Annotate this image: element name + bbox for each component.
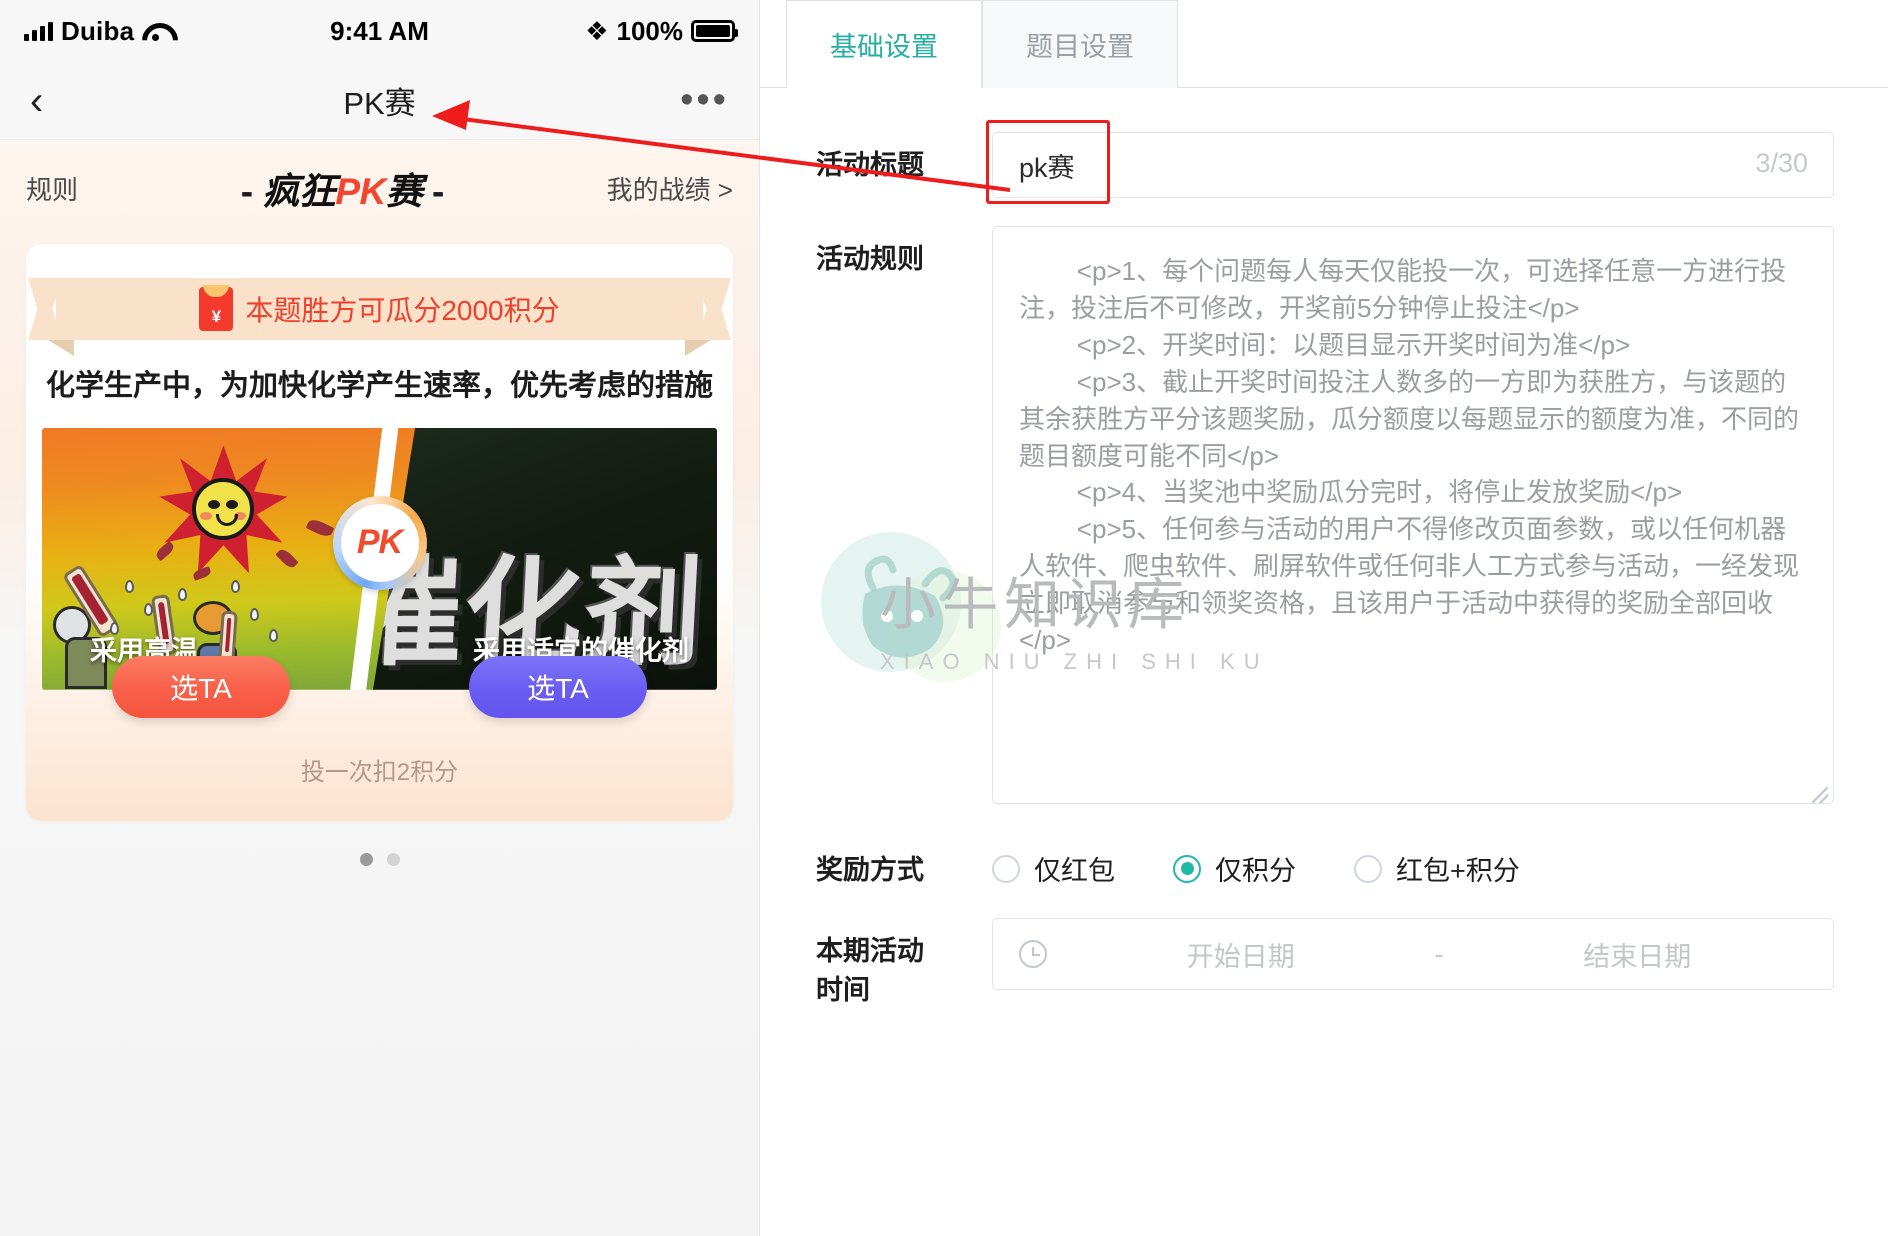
admin-settings-panel: 基础设置 题目设置 活动标题 3/30 活动规则 <p>1、每个问题每人每天仅能… [760,0,1888,1236]
date-range-separator: - [1434,938,1444,969]
activity-time-label-line2: 时间 [816,975,870,1006]
activity-rules-field-wrap: <p>1、每个问题每人每天仅能投一次，可选择任意一方进行投注，投注后不可修改，开… [992,226,1834,809]
radio-option-redpacket-plus-points[interactable]: 红包+积分 [1354,849,1520,888]
status-time: 9:41 AM [330,15,429,46]
form-row-rules: 活动规则 <p>1、每个问题每人每天仅能投一次，可选择任意一方进行投注，投注后不… [816,226,1834,809]
radio-option-points-only[interactable]: 仅积分 [1173,849,1296,888]
title-dash-right: - [432,171,444,212]
phone-page-title: PK赛 [343,86,416,121]
pk-question-card: 本题胜方可瓜分2000积分 化学生产中，为加快化学产生速率，优先考虑的措施 [26,244,733,821]
pk-activity-body: 规则 - 疯狂PK赛 - 我的战绩 > 本题胜方可瓜分2000积分 [0,140,759,1236]
status-left-group: Duiba [24,16,168,47]
radio-option-redpacket-only[interactable]: 仅红包 [992,849,1115,888]
tab-basic-settings[interactable]: 基础设置 [786,0,982,88]
carousel-indicator[interactable] [26,821,733,866]
phone-status-bar: Duiba 9:41 AM ❖ 100% [0,0,759,62]
activity-date-range-picker[interactable]: 开始日期 - 结束日期 [992,918,1834,991]
form-row-reward-type: 奖励方式 仅红包 仅积分 红包+积分 [816,837,1834,890]
bluetooth-icon: ❖ [585,15,609,46]
battery-percent-label: 100% [616,15,684,46]
radio-dot-points-only[interactable] [1173,854,1201,883]
activity-title-field-wrap: 3/30 [986,120,1834,204]
carrier-label: Duiba [61,15,135,46]
red-envelope-icon [199,287,234,331]
phone-nav-bar: ‹ PK赛 ••• [0,62,759,140]
carousel-dot-1[interactable] [359,852,373,866]
settings-tabs: 基础设置 题目设置 [760,0,1888,88]
battery-icon [691,20,738,42]
reward-type-radio-group: 仅红包 仅积分 红包+积分 [992,837,1834,888]
pk-activity-title: - 疯狂PK赛 - [240,161,445,215]
reward-ribbon: 本题胜方可瓜分2000积分 [56,278,703,340]
activity-time-label-line1: 本期活动 [816,936,924,967]
screen-root: Duiba 9:41 AM ❖ 100% ‹ PK赛 ••• 规则 - 疯狂PK… [0,0,1888,1236]
activity-rules-label: 活动规则 [816,244,924,274]
pk-badge-label: PK [340,503,419,582]
my-record-link[interactable]: 我的战绩 > [607,170,733,207]
radio-label-redpacket-only: 仅红包 [1034,856,1115,886]
explosion-cartoon-icon [157,443,289,575]
settings-form: 活动标题 3/30 活动规则 <p>1、每个问题每人每天仅能投一次，可选择任意一… [760,88,1888,1010]
title-black-part2: 赛 [385,171,423,212]
radio-label-points-only: 仅积分 [1215,856,1296,886]
activity-time-label: 本期活动 时间 [816,918,992,1010]
start-date-placeholder[interactable]: 开始日期 [1071,935,1411,974]
reward-ribbon-wrap: 本题胜方可瓜分2000积分 [26,278,733,356]
tab-question-settings[interactable]: 题目设置 [982,0,1178,88]
carousel-dot-2[interactable] [386,852,400,866]
activity-title-label: 活动标题 [816,150,924,180]
form-row-activity-time: 本期活动 时间 开始日期 - 结束日期 [816,918,1834,1010]
ribbon-text: 本题胜方可瓜分2000积分 [245,295,560,326]
title-black-part: 疯狂 [262,171,336,212]
rules-link[interactable]: 规则 [26,170,78,207]
choose-right-button[interactable]: 选TA [469,655,647,718]
radio-label-redpacket-plus-points: 红包+积分 [1396,856,1520,886]
status-right-group: ❖ 100% [585,15,738,47]
pk-versus-stage: 催化剂 PK 采用高温 采用适宜的催化剂 [42,427,717,690]
phone-preview-panel: Duiba 9:41 AM ❖ 100% ‹ PK赛 ••• 规则 - 疯狂PK… [0,0,760,1236]
clock-icon [1019,940,1047,969]
choose-left-button[interactable]: 选TA [112,655,290,718]
activity-time-field-wrap: 开始日期 - 结束日期 [992,918,1834,1010]
pk-header: 规则 - 疯狂PK赛 - 我的战绩 > [26,140,733,236]
pk-badge-icon: PK [332,495,427,590]
signal-bars-icon [24,21,53,41]
question-text: 化学生产中，为加快化学产生速率，优先考虑的措施 [45,370,713,402]
reward-type-field-wrap: 仅红包 仅积分 红包+积分 [992,837,1834,890]
textarea-resize-handle[interactable] [1812,787,1828,803]
title-dash-left: - [240,171,253,212]
form-row-title: 活动标题 3/30 [816,120,1834,204]
back-chevron-icon[interactable]: ‹ [30,81,43,121]
radio-dot-redpacket-plus-points[interactable] [1354,854,1382,883]
radio-dot-redpacket-only[interactable] [992,854,1020,883]
wifi-icon [142,21,168,41]
reward-type-label: 奖励方式 [816,855,924,885]
ellipsis-icon[interactable]: ••• [680,81,729,119]
activity-title-counter: 3/30 [1755,148,1808,178]
activity-rules-textarea[interactable]: <p>1、每个问题每人每天仅能投一次，可选择任意一方进行投注，投注后不可修改，开… [992,226,1834,804]
activity-title-input[interactable] [992,132,1834,198]
title-red-part: PK [335,171,386,212]
end-date-placeholder[interactable]: 结束日期 [1468,935,1808,974]
